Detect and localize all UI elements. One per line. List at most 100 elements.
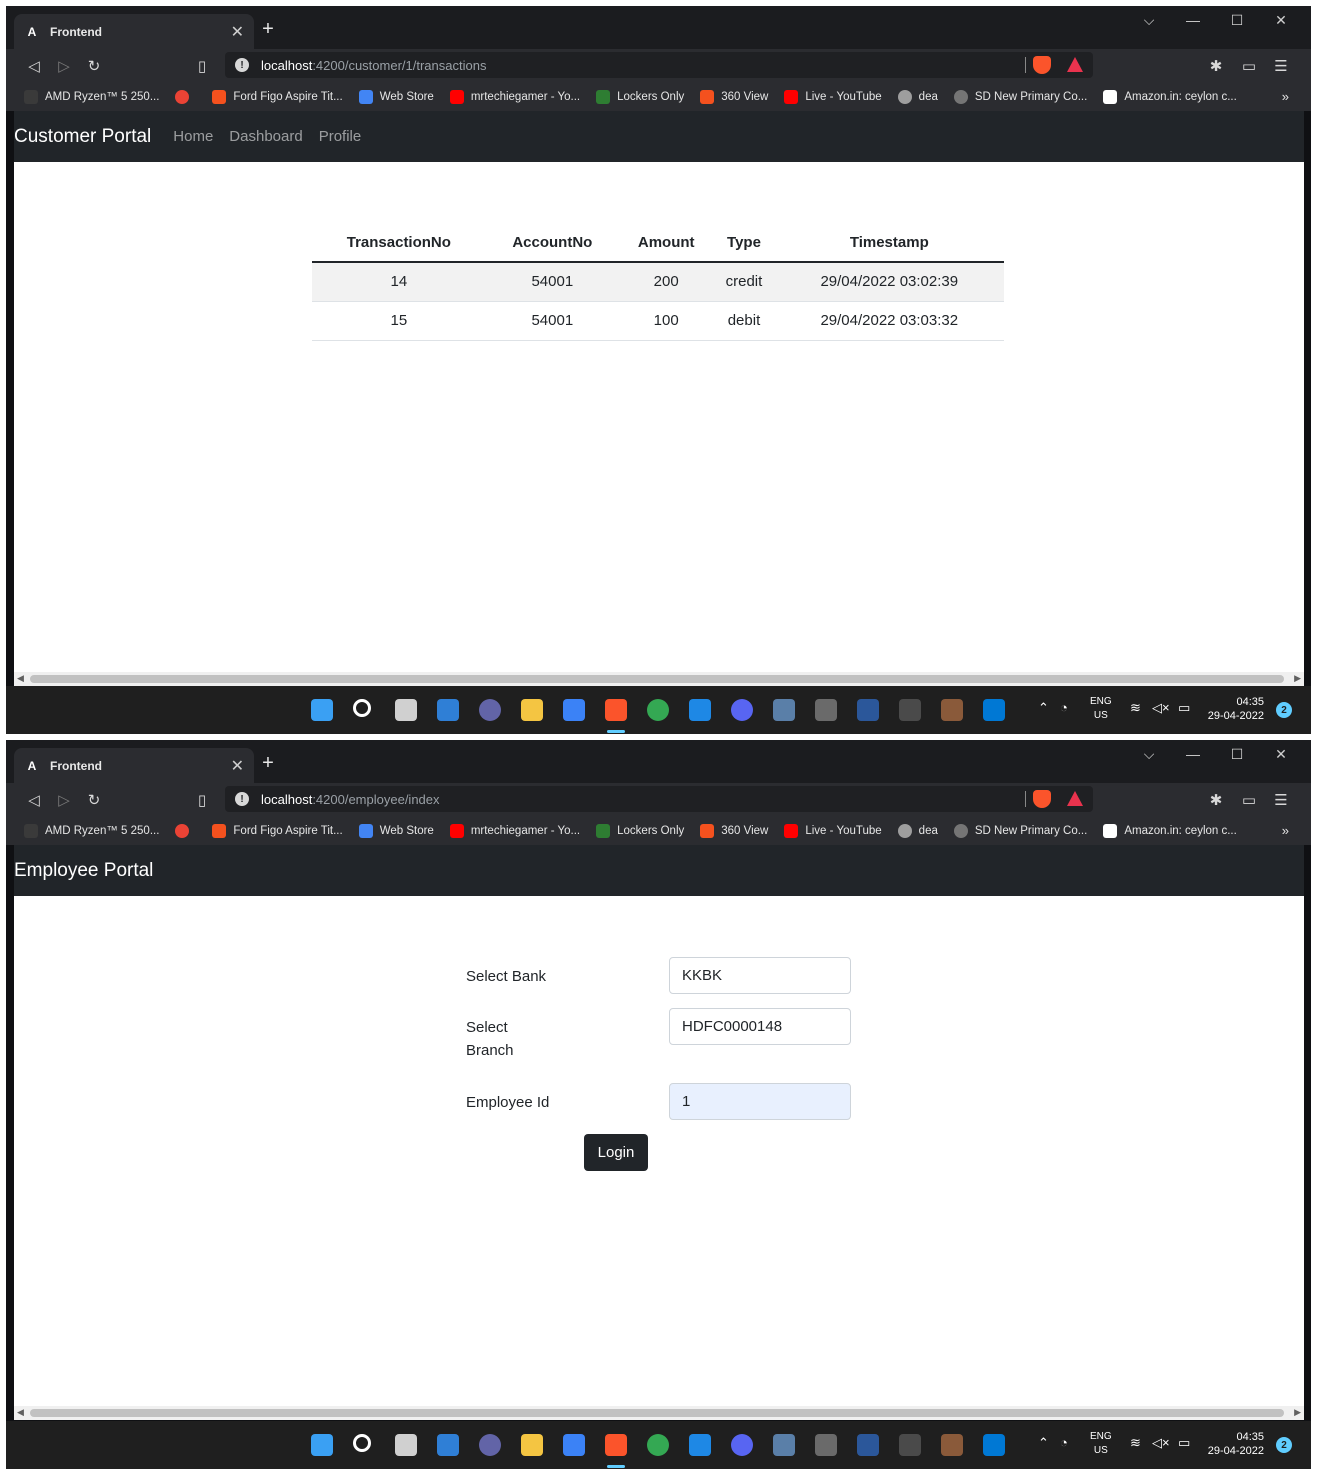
site-info-icon[interactable]: !	[235, 58, 249, 72]
app-icon[interactable]	[815, 1434, 837, 1456]
bookmark-icon[interactable]: ▯	[192, 791, 212, 809]
input-language[interactable]: ENG US	[1090, 1430, 1112, 1458]
app-icon[interactable]	[941, 699, 963, 721]
address-bar[interactable]: ! localhost:4200/employee/index	[225, 786, 1093, 812]
nav-link-dashboard[interactable]: Dashboard	[229, 128, 302, 145]
discord-icon[interactable]	[731, 1434, 753, 1456]
brave-rewards-icon[interactable]	[1067, 57, 1083, 72]
minimize-button[interactable]: —	[1178, 746, 1208, 762]
reload-button[interactable]: ↻	[84, 791, 104, 809]
wallet-icon[interactable]: ▭	[1238, 57, 1260, 75]
back-button[interactable]: ◁	[24, 57, 44, 75]
scroll-left-icon[interactable]: ◀	[17, 673, 24, 684]
bookmark-item[interactable]: AMD Ryzen™ 5 250...	[24, 824, 159, 838]
task-view-icon[interactable]	[395, 1434, 417, 1456]
tray-overflow-icon[interactable]: ⌃	[1038, 700, 1049, 716]
nav-link-home[interactable]: Home	[173, 128, 213, 145]
file-explorer-icon[interactable]	[521, 699, 543, 721]
browser-tab[interactable]: A Frontend ✕	[14, 14, 254, 49]
login-button[interactable]: Login	[584, 1134, 648, 1171]
discord-icon[interactable]	[731, 699, 753, 721]
battery-icon[interactable]: ▭	[1178, 700, 1190, 716]
bookmark-item[interactable]: SD New Primary Co...	[953, 824, 1087, 838]
browser-tab[interactable]: A Frontend ✕	[14, 748, 254, 783]
bookmark-item[interactable]: dea	[897, 90, 938, 104]
bookmark-item[interactable]: Lockers Only	[596, 824, 684, 838]
notification-badge[interactable]: 2	[1276, 702, 1292, 718]
scrollbar-thumb[interactable]	[30, 675, 1284, 683]
bank-input[interactable]	[669, 957, 851, 994]
horizontal-scrollbar[interactable]: ◀ ▶	[14, 1406, 1304, 1420]
forward-button[interactable]: ▷	[54, 57, 74, 75]
bookmark-item[interactable]: Web Store	[358, 824, 434, 838]
chat-icon[interactable]	[479, 1434, 501, 1456]
bookmark-icon[interactable]: ▯	[192, 57, 212, 75]
brave-browser-icon[interactable]	[605, 699, 627, 721]
bookmark-item[interactable]	[175, 90, 196, 104]
mail-icon[interactable]	[689, 1434, 711, 1456]
minimize-button[interactable]: —	[1178, 12, 1208, 28]
battery-icon[interactable]: ▭	[1178, 1435, 1190, 1451]
bookmark-item[interactable]	[175, 824, 196, 838]
address-bar[interactable]: ! localhost:4200/customer/1/transactions	[225, 52, 1093, 78]
notification-badge[interactable]: 2	[1276, 1437, 1292, 1453]
bookmarks-overflow-icon[interactable]: »	[1282, 823, 1289, 838]
bookmark-item[interactable]: Lockers Only	[596, 90, 684, 104]
search-icon[interactable]	[353, 1434, 371, 1452]
horizontal-scrollbar[interactable]: ◀ ▶	[14, 672, 1304, 686]
tray-app-icon[interactable]: ◔	[1060, 1435, 1068, 1450]
close-window-button[interactable]: ✕	[1266, 12, 1296, 29]
mail-icon[interactable]	[689, 699, 711, 721]
bookmark-item[interactable]: SD New Primary Co...	[953, 90, 1087, 104]
app-icon[interactable]	[815, 699, 837, 721]
branch-input[interactable]	[669, 1008, 851, 1045]
bookmark-item[interactable]: Ford Figo Aspire Tit...	[212, 824, 343, 838]
tray-overflow-icon[interactable]: ⌃	[1038, 1435, 1049, 1451]
bookmark-item[interactable]: mrtechiegamer - Yo...	[449, 90, 580, 104]
bookmark-item[interactable]: Amazon.in: ceylon c...	[1103, 90, 1237, 104]
maximize-button[interactable]: ☐	[1222, 12, 1252, 29]
chrome-icon[interactable]	[647, 699, 669, 721]
bookmark-item[interactable]: mrtechiegamer - Yo...	[449, 824, 580, 838]
menu-icon[interactable]: ☰	[1270, 791, 1292, 809]
bookmark-item[interactable]: Ford Figo Aspire Tit...	[212, 90, 343, 104]
scroll-right-icon[interactable]: ▶	[1294, 1407, 1301, 1418]
system-clock[interactable]: 04:35 29-04-2022	[1202, 1430, 1264, 1458]
tab-close-icon[interactable]: ✕	[231, 756, 244, 776]
tab-search-chevron-icon[interactable]: ⌵	[1134, 746, 1164, 763]
app-icon[interactable]	[773, 1434, 795, 1456]
word-icon[interactable]	[857, 1434, 879, 1456]
store-icon[interactable]	[563, 1434, 585, 1456]
new-tab-button[interactable]: +	[258, 18, 278, 41]
extensions-icon[interactable]: ✱	[1205, 57, 1227, 75]
forward-button[interactable]: ▷	[54, 791, 74, 809]
tab-search-chevron-icon[interactable]: ⌵	[1134, 12, 1164, 29]
terminal-icon[interactable]	[899, 699, 921, 721]
brave-shields-icon[interactable]	[1033, 790, 1051, 808]
bookmark-item[interactable]: Live - YouTube	[784, 90, 882, 104]
brave-shields-icon[interactable]	[1033, 56, 1051, 74]
bookmark-item[interactable]: Live - YouTube	[784, 824, 882, 838]
volume-muted-icon[interactable]: ◁×	[1152, 700, 1170, 716]
employee-id-input[interactable]	[669, 1083, 851, 1120]
vscode-icon[interactable]	[983, 699, 1005, 721]
store-icon[interactable]	[563, 699, 585, 721]
input-language[interactable]: ENG US	[1090, 695, 1112, 723]
vscode-icon[interactable]	[983, 1434, 1005, 1456]
navbar-brand[interactable]: Employee Portal	[14, 860, 153, 882]
bookmark-item[interactable]: 360 View	[700, 90, 768, 104]
maximize-button[interactable]: ☐	[1222, 746, 1252, 763]
brave-rewards-icon[interactable]	[1067, 791, 1083, 806]
chat-icon[interactable]	[479, 699, 501, 721]
tray-app-icon[interactable]: ◔	[1060, 700, 1068, 715]
app-icon[interactable]	[941, 1434, 963, 1456]
bookmark-item[interactable]: Amazon.in: ceylon c...	[1103, 824, 1237, 838]
scroll-left-icon[interactable]: ◀	[17, 1407, 24, 1418]
wallet-icon[interactable]: ▭	[1238, 791, 1260, 809]
menu-icon[interactable]: ☰	[1270, 57, 1292, 75]
close-window-button[interactable]: ✕	[1266, 746, 1296, 763]
brave-browser-icon[interactable]	[605, 1434, 627, 1456]
system-clock[interactable]: 04:35 29-04-2022	[1202, 695, 1264, 723]
wifi-icon[interactable]: ≋	[1130, 700, 1141, 716]
new-tab-button[interactable]: +	[258, 752, 278, 775]
